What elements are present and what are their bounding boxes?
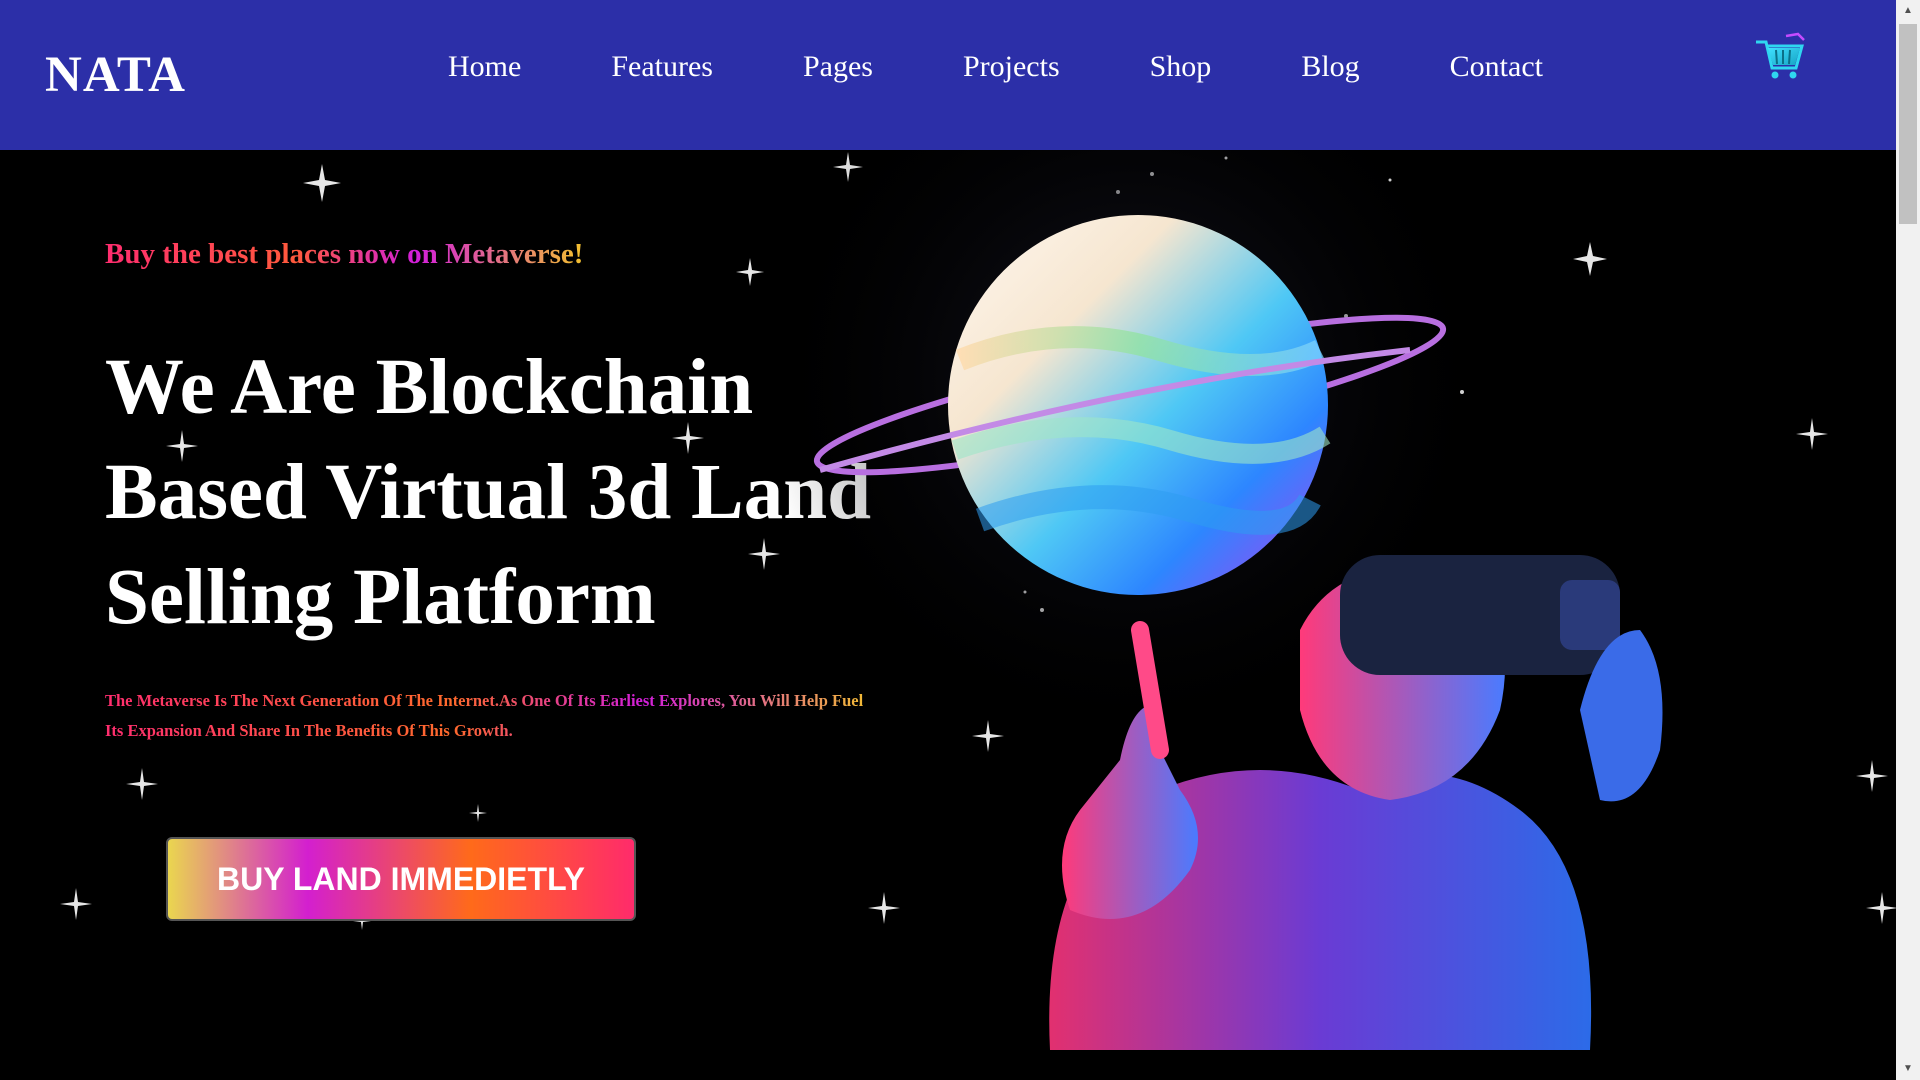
main-nav: Home Features Pages Projects Shop Blog C…	[448, 50, 1633, 84]
scroll-down-arrow-icon[interactable]: ▼	[1896, 1058, 1920, 1080]
nav-contact[interactable]: Contact	[1450, 50, 1543, 84]
nav-features[interactable]: Features	[611, 50, 713, 84]
hero-section: Buy the best places now on Metaverse! We…	[0, 150, 1896, 1080]
site-logo[interactable]: NATA	[45, 46, 186, 104]
nav-pages[interactable]: Pages	[803, 50, 873, 84]
top-navbar: NATA Home Features Pages Projects Shop B…	[0, 0, 1896, 150]
page-scrollbar[interactable]: ▲ ▼	[1896, 0, 1920, 1080]
scroll-up-arrow-icon[interactable]: ▲	[1896, 0, 1920, 22]
hero-tagline: Buy the best places now on Metaverse!	[105, 238, 584, 270]
hero-illustration	[760, 150, 1663, 1050]
nav-home[interactable]: Home	[448, 50, 521, 84]
nav-blog[interactable]: Blog	[1301, 50, 1359, 84]
nav-shop[interactable]: Shop	[1150, 50, 1212, 84]
buy-land-button[interactable]: BUY LAND IMMEDIETLY	[166, 837, 636, 921]
nav-projects[interactable]: Projects	[963, 50, 1060, 84]
scroll-thumb[interactable]	[1899, 24, 1917, 224]
shopping-cart-icon[interactable]	[1752, 32, 1808, 84]
